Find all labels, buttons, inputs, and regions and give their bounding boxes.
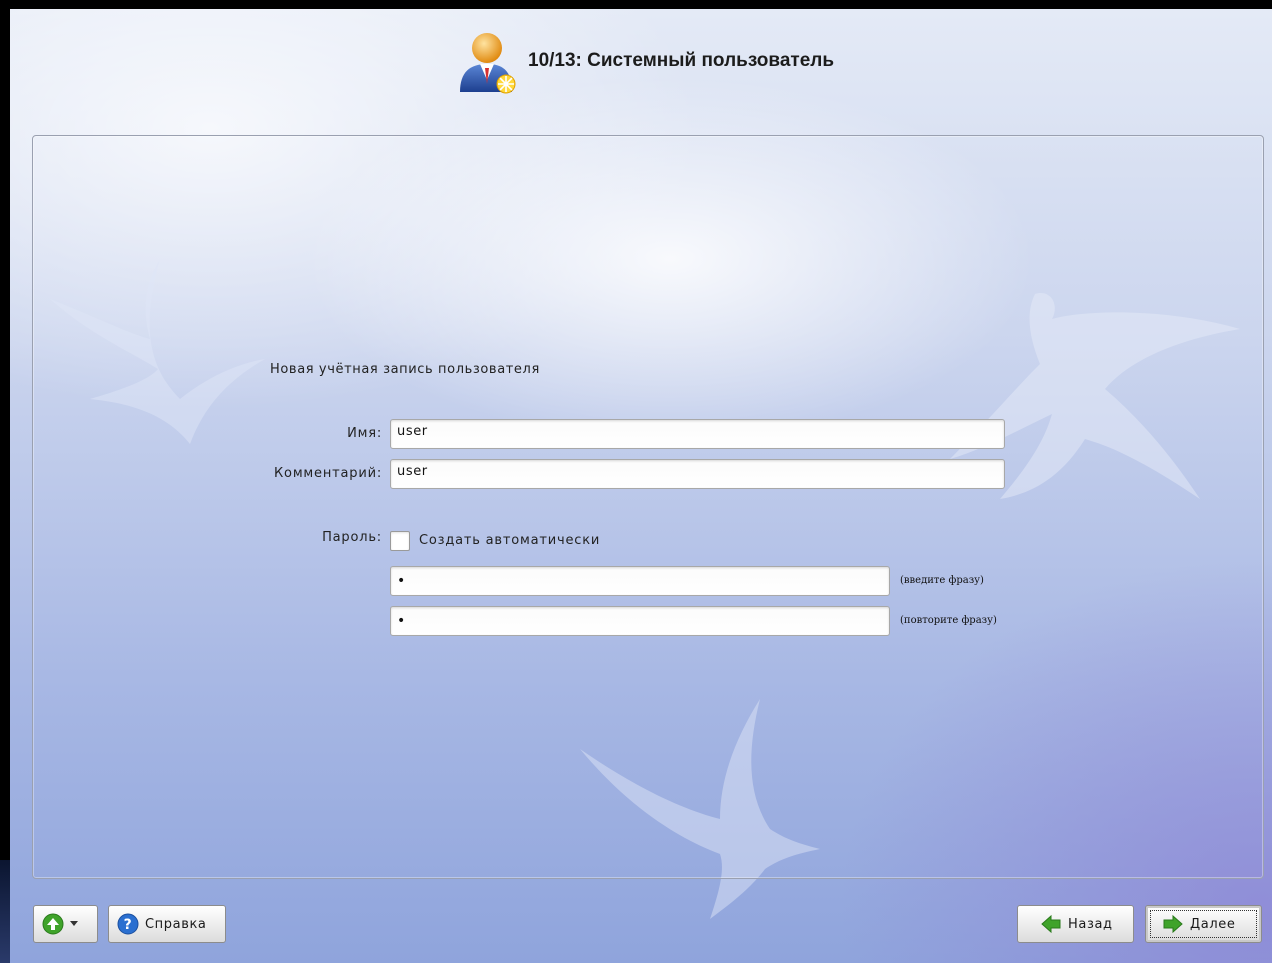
password-label: Пароль:	[322, 530, 382, 545]
password-repeat-field[interactable]: •	[390, 606, 890, 636]
name-label: Имя:	[347, 426, 382, 441]
up-arrow-dropdown-icon	[42, 913, 64, 935]
window-edge	[0, 860, 10, 963]
chevron-down-icon	[70, 921, 78, 926]
password-repeat-hint: (повторите фразу)	[900, 615, 997, 626]
help-button[interactable]: ? Справка	[108, 905, 226, 943]
auto-generate-label[interactable]: Создать автоматически	[419, 533, 600, 548]
section-title: Новая учётная запись пользователя	[270, 362, 540, 377]
password-field[interactable]: •	[390, 566, 890, 596]
next-button[interactable]: Далее	[1145, 905, 1262, 943]
user-add-icon	[460, 33, 516, 94]
password-hint: (введите фразу)	[900, 575, 984, 586]
arrow-left-icon	[1041, 914, 1061, 934]
arrow-right-icon	[1163, 914, 1183, 934]
menu-button[interactable]	[33, 905, 98, 943]
name-field[interactable]: user	[390, 419, 1005, 449]
auto-generate-checkbox[interactable]	[390, 531, 410, 551]
comment-field[interactable]: user	[390, 459, 1005, 489]
back-button-label: Назад	[1068, 916, 1113, 932]
next-button-label: Далее	[1190, 916, 1236, 932]
back-button[interactable]: Назад	[1017, 905, 1134, 943]
page-title: 10/13: Системный пользователь	[528, 50, 835, 71]
comment-label: Комментарий:	[274, 466, 382, 481]
content-panel	[32, 135, 1264, 879]
help-button-label: Справка	[145, 916, 207, 932]
svg-text:?: ?	[124, 917, 133, 933]
help-icon: ?	[117, 913, 139, 935]
